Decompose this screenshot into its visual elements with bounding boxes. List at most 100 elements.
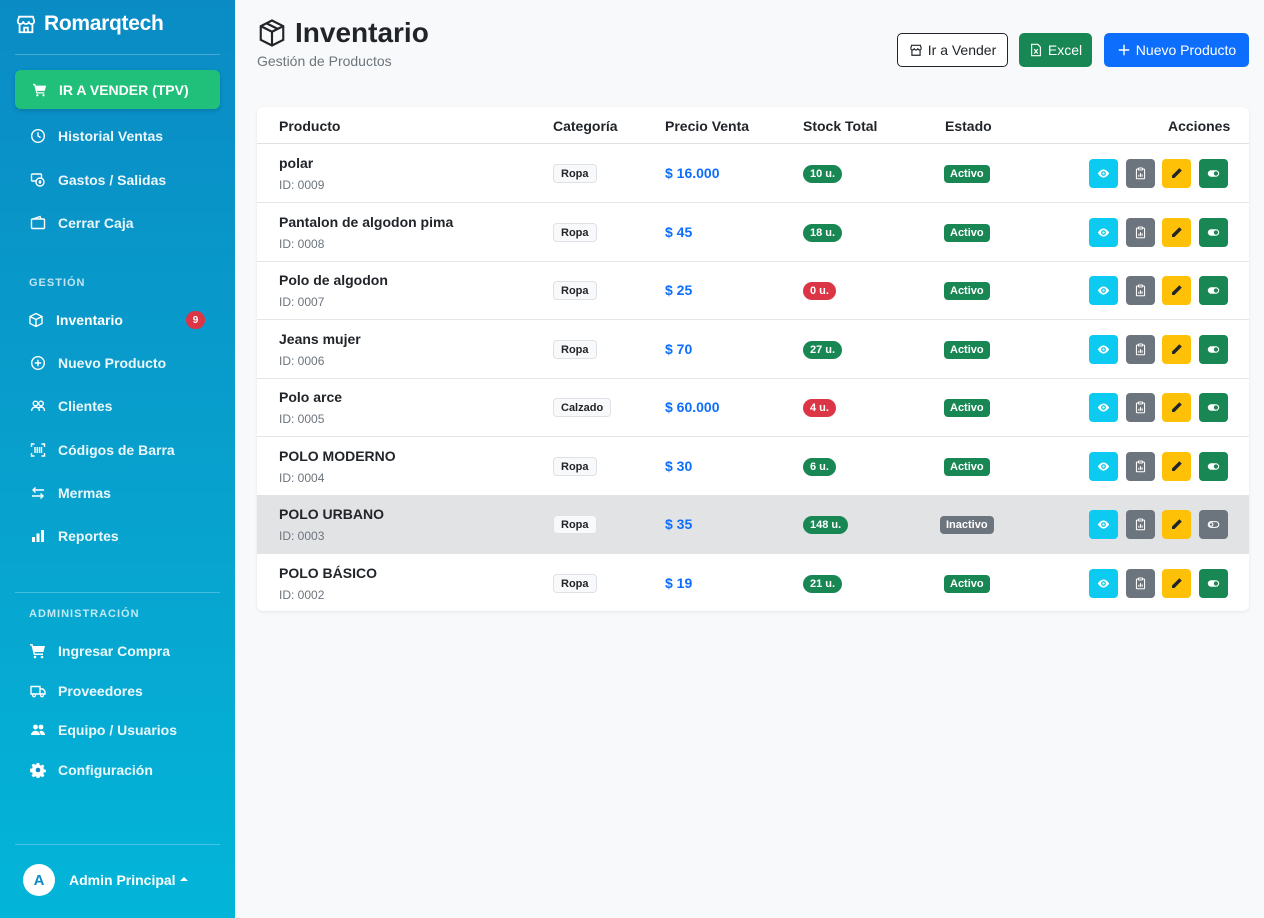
kardex-button[interactable] — [1126, 218, 1155, 247]
sidebar-item-mermas[interactable]: Mermas — [30, 482, 111, 504]
sidebar-item-clientes[interactable]: Clientes — [30, 395, 112, 417]
table-header: Producto Categoría Precio Venta Stock To… — [257, 107, 1249, 144]
kardex-button[interactable] — [1126, 159, 1155, 188]
table-row: Polo de algodon ID: 0007 Ropa $ 25 0 u. Activ… — [257, 261, 1249, 320]
category-badge: Ropa — [553, 457, 597, 476]
product-name: Pantalon de algodon pima — [279, 214, 454, 230]
sidebar-item-configuracion[interactable]: Configuración — [30, 759, 153, 781]
edit-button[interactable] — [1162, 276, 1191, 305]
toggle-status-button[interactable] — [1199, 452, 1228, 481]
toggle-status-button[interactable] — [1199, 218, 1228, 247]
nuevo-producto-button[interactable]: Nuevo Producto — [1104, 33, 1249, 67]
product-name: POLO MODERNO — [279, 448, 396, 464]
sidebar-item-label: Ingresar Compra — [58, 643, 171, 659]
stock-badge: 148 u. — [803, 516, 849, 534]
ir-a-vender-button[interactable]: Ir a Vender — [897, 33, 1008, 67]
sidebar-item-cerrar-caja[interactable]: Cerrar Caja — [30, 212, 134, 234]
box-icon — [259, 19, 285, 47]
edit-button[interactable] — [1162, 218, 1191, 247]
kardex-button[interactable] — [1126, 510, 1155, 539]
toggle-on-icon — [1207, 404, 1220, 411]
edit-button[interactable] — [1162, 335, 1191, 364]
toggle-status-button[interactable] — [1199, 159, 1228, 188]
kardex-button[interactable] — [1126, 569, 1155, 598]
brand[interactable]: Romarqtech — [15, 12, 164, 36]
inventory-table: Producto Categoría Precio Venta Stock To… — [257, 107, 1249, 611]
category-badge: Ropa — [553, 340, 597, 359]
product-id: ID: 0007 — [279, 295, 325, 309]
kardex-button[interactable] — [1126, 335, 1155, 364]
kardex-button[interactable] — [1126, 276, 1155, 305]
view-button[interactable] — [1089, 159, 1118, 188]
toggle-status-button[interactable] — [1199, 510, 1228, 539]
clipboard-data-icon — [1135, 518, 1146, 531]
pencil-icon — [1172, 402, 1182, 412]
stock-badge: 10 u. — [803, 165, 843, 183]
store-icon — [909, 44, 922, 56]
view-button[interactable] — [1089, 335, 1118, 364]
edit-button[interactable] — [1162, 569, 1191, 598]
view-button[interactable] — [1089, 569, 1118, 598]
toggle-status-button[interactable] — [1199, 393, 1228, 422]
sidebar-item-codigos-barra[interactable]: Códigos de Barra — [30, 439, 175, 461]
edit-button[interactable] — [1162, 510, 1191, 539]
sidebar-item-historial[interactable]: Historial Ventas — [30, 125, 163, 147]
excel-button[interactable]: Excel — [1019, 33, 1092, 67]
product-id: ID: 0008 — [279, 237, 325, 251]
edit-button[interactable] — [1162, 393, 1191, 422]
edit-button[interactable] — [1162, 159, 1191, 188]
nuevo-producto-label: Nuevo Producto — [1135, 42, 1237, 58]
product-price: $ 19 — [665, 575, 693, 591]
sidebar-item-label: Equipo / Usuarios — [58, 722, 178, 738]
toggle-status-button[interactable] — [1199, 276, 1228, 305]
user-name: Admin Principal — [69, 872, 176, 888]
clipboard-data-icon — [1135, 401, 1146, 414]
category-badge: Ropa — [553, 164, 597, 183]
col-categoria: Categoría — [553, 118, 618, 134]
sidebar-item-label: Proveedores — [58, 683, 143, 699]
sidebar-item-equipo[interactable]: Equipo / Usuarios — [30, 719, 177, 741]
cart-icon — [33, 83, 47, 96]
sidebar-item-proveedores[interactable]: Proveedores — [30, 680, 143, 702]
status-badge: Activo — [944, 282, 990, 300]
status-badge: Activo — [944, 341, 990, 359]
product-id: ID: 0005 — [279, 412, 325, 426]
pencil-icon — [1172, 578, 1182, 588]
sidebar-item-label: Gastos / Salidas — [58, 172, 167, 188]
table-row: POLO URBANO ID: 0003 Ropa $ 35 148 u. Inactiv… — [257, 495, 1249, 554]
view-button[interactable] — [1089, 276, 1118, 305]
view-button[interactable] — [1089, 218, 1118, 247]
sidebar-item-reportes[interactable]: Reportes — [30, 525, 119, 547]
toggle-status-button[interactable] — [1199, 335, 1228, 364]
sidebar-item-gastos[interactable]: Gastos / Salidas — [30, 169, 166, 191]
stock-badge: 27 u. — [803, 341, 843, 359]
toggle-status-button[interactable] — [1199, 569, 1228, 598]
tpv-button[interactable]: IR A VENDER (TPV) — [15, 70, 220, 109]
kardex-button[interactable] — [1126, 452, 1155, 481]
section-title-gestion: GESTIÓN — [29, 277, 86, 289]
toggle-on-icon — [1207, 580, 1220, 587]
kardex-button[interactable] — [1126, 393, 1155, 422]
product-id: ID: 0009 — [279, 178, 325, 192]
sidebar-item-label: Configuración — [58, 762, 153, 778]
edit-button[interactable] — [1162, 452, 1191, 481]
col-acciones: Acciones — [1168, 118, 1231, 134]
view-button[interactable] — [1089, 393, 1118, 422]
stock-badge: 6 u. — [803, 458, 836, 476]
sidebar-item-ingresar-compra[interactable]: Ingresar Compra — [30, 640, 170, 662]
view-button[interactable] — [1089, 452, 1118, 481]
col-estado: Estado — [945, 118, 992, 134]
avatar: A — [23, 864, 55, 896]
eye-icon — [1097, 345, 1110, 354]
clipboard-data-icon — [1135, 577, 1146, 590]
sidebar-item-nuevo-producto[interactable]: Nuevo Producto — [30, 352, 166, 374]
user-menu[interactable]: A Admin Principal — [23, 864, 188, 896]
sidebar-item-inventario[interactable]: Inventario — [28, 309, 123, 331]
stock-badge: 0 u. — [803, 282, 836, 300]
view-button[interactable] — [1089, 510, 1118, 539]
inventario-count-badge: 9 — [186, 311, 205, 329]
truck-icon — [30, 685, 46, 698]
clock-icon — [30, 128, 46, 144]
sidebar-item-label: Historial Ventas — [58, 128, 164, 144]
toggle-on-icon — [1207, 346, 1220, 353]
